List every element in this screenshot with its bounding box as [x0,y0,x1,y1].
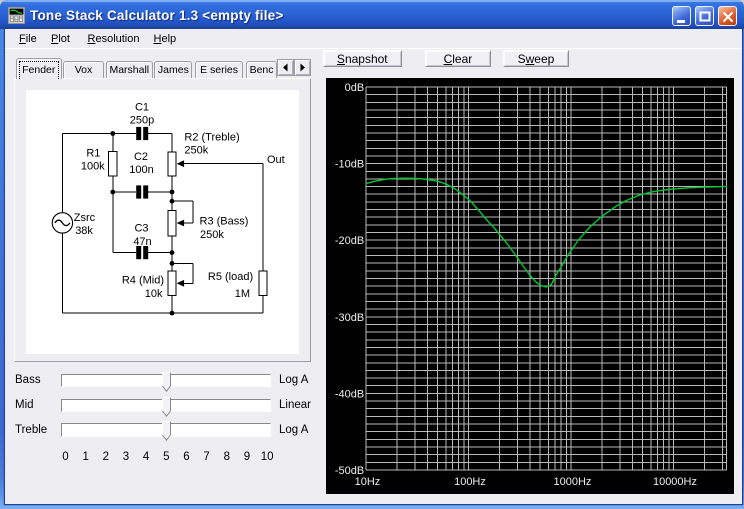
svg-text:R1: R1 [86,147,100,159]
svg-text:-10dB: -10dB [334,159,363,171]
svg-text:10000Hz: 10000Hz [653,476,697,488]
svg-text:250p: 250p [130,114,154,126]
svg-text:Out: Out [267,154,285,166]
svg-text:10Hz: 10Hz [354,476,380,488]
svg-text:Zsrc: Zsrc [74,212,96,224]
svg-text:C2: C2 [134,151,148,163]
svg-text:R4 (Mid): R4 (Mid) [122,274,164,286]
svg-text:38k: 38k [75,225,93,237]
svg-text:100k: 100k [81,160,105,172]
svg-text:-40dB: -40dB [334,388,363,400]
svg-text:R5 (load): R5 (load) [208,271,253,283]
svg-text:0dB: 0dB [344,82,364,94]
svg-text:47n: 47n [133,236,151,248]
svg-text:1000Hz: 1000Hz [553,476,591,488]
svg-text:100n: 100n [129,164,153,176]
svg-text:250k: 250k [184,144,208,156]
svg-text:-20dB: -20dB [334,235,363,247]
svg-text:R3 (Bass): R3 (Bass) [200,215,249,227]
svg-text:R2 (Treble): R2 (Treble) [184,131,239,143]
svg-text:-30dB: -30dB [334,312,363,324]
svg-text:C1: C1 [135,101,149,113]
svg-text:C3: C3 [134,222,148,234]
svg-text:250k: 250k [200,229,224,241]
svg-text:100Hz: 100Hz [454,476,486,488]
svg-text:1M: 1M [235,288,250,300]
svg-text:10k: 10k [145,288,163,300]
